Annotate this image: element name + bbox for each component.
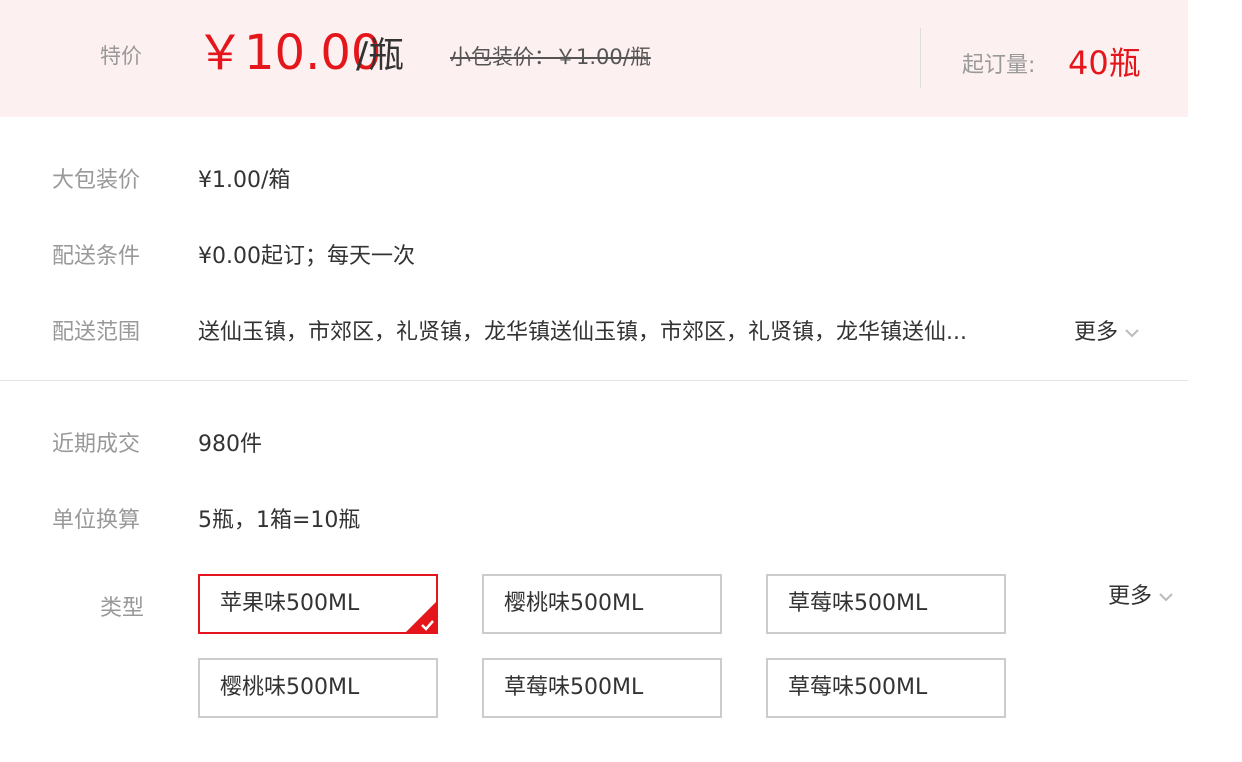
- variant-option-apple-500ml[interactable]: 苹果味500ML: [198, 574, 438, 634]
- variant-option-cherry-500ml[interactable]: 樱桃味500ML: [482, 574, 722, 634]
- chevron-down-icon: [1125, 329, 1139, 338]
- variant-type-label: 类型: [100, 596, 145, 621]
- variants-more-button[interactable]: 更多: [1108, 578, 1174, 610]
- variant-option-strawberry-500ml[interactable]: 草莓味500ML: [766, 658, 1006, 718]
- banner-divider: [920, 28, 921, 88]
- checkmark-icon: [406, 602, 436, 632]
- recent-sales-label: 近期成交: [52, 432, 141, 457]
- variant-option-label: 草莓味500ML: [504, 675, 644, 700]
- variant-option-cherry-500ml[interactable]: 樱桃味500ML: [198, 658, 438, 718]
- more-label: 更多: [1074, 320, 1119, 345]
- variant-option-label: 樱桃味500ML: [504, 591, 644, 616]
- variant-option-label: 草莓味500ML: [788, 675, 928, 700]
- big-pack-label: 大包装价: [52, 168, 141, 193]
- more-label: 更多: [1108, 584, 1153, 609]
- moq-label: 起订量:: [962, 53, 1036, 78]
- delivery-area-more-button[interactable]: 更多: [1074, 314, 1140, 346]
- unit-conversion-label: 单位换算: [52, 508, 141, 533]
- big-pack-value: ¥1.00/箱: [198, 168, 291, 193]
- special-price-label: 特价: [100, 44, 142, 68]
- small-pack-price: 小包装价：￥1.00/瓶: [450, 45, 651, 69]
- delivery-area-value: 送仙玉镇，市郊区，礼贤镇，龙华镇送仙玉镇，市郊区，礼贤镇，龙华镇送仙...: [198, 320, 967, 345]
- moq-value: 40瓶: [1068, 44, 1141, 82]
- delivery-area-label: 配送范围: [52, 320, 141, 345]
- variant-option-label: 草莓味500ML: [788, 591, 928, 616]
- price-unit: /瓶: [356, 35, 405, 76]
- recent-sales-value: 980件: [198, 432, 262, 457]
- sale-price: ￥10.00: [196, 25, 382, 81]
- delivery-terms-label: 配送条件: [52, 244, 141, 269]
- variant-option-label: 樱桃味500ML: [220, 675, 360, 700]
- delivery-terms-value: ¥0.00起订；每天一次: [198, 244, 415, 269]
- variant-option-strawberry-500ml[interactable]: 草莓味500ML: [482, 658, 722, 718]
- variant-option-strawberry-500ml[interactable]: 草莓味500ML: [766, 574, 1006, 634]
- variant-option-label: 苹果味500ML: [220, 591, 360, 616]
- price-banner: 特价 ￥10.00 /瓶 小包装价：￥1.00/瓶 起订量: 40瓶: [0, 0, 1188, 117]
- section-divider: [0, 380, 1188, 381]
- unit-conversion-value: 5瓶，1箱=10瓶: [198, 508, 361, 533]
- chevron-down-icon: [1159, 593, 1173, 602]
